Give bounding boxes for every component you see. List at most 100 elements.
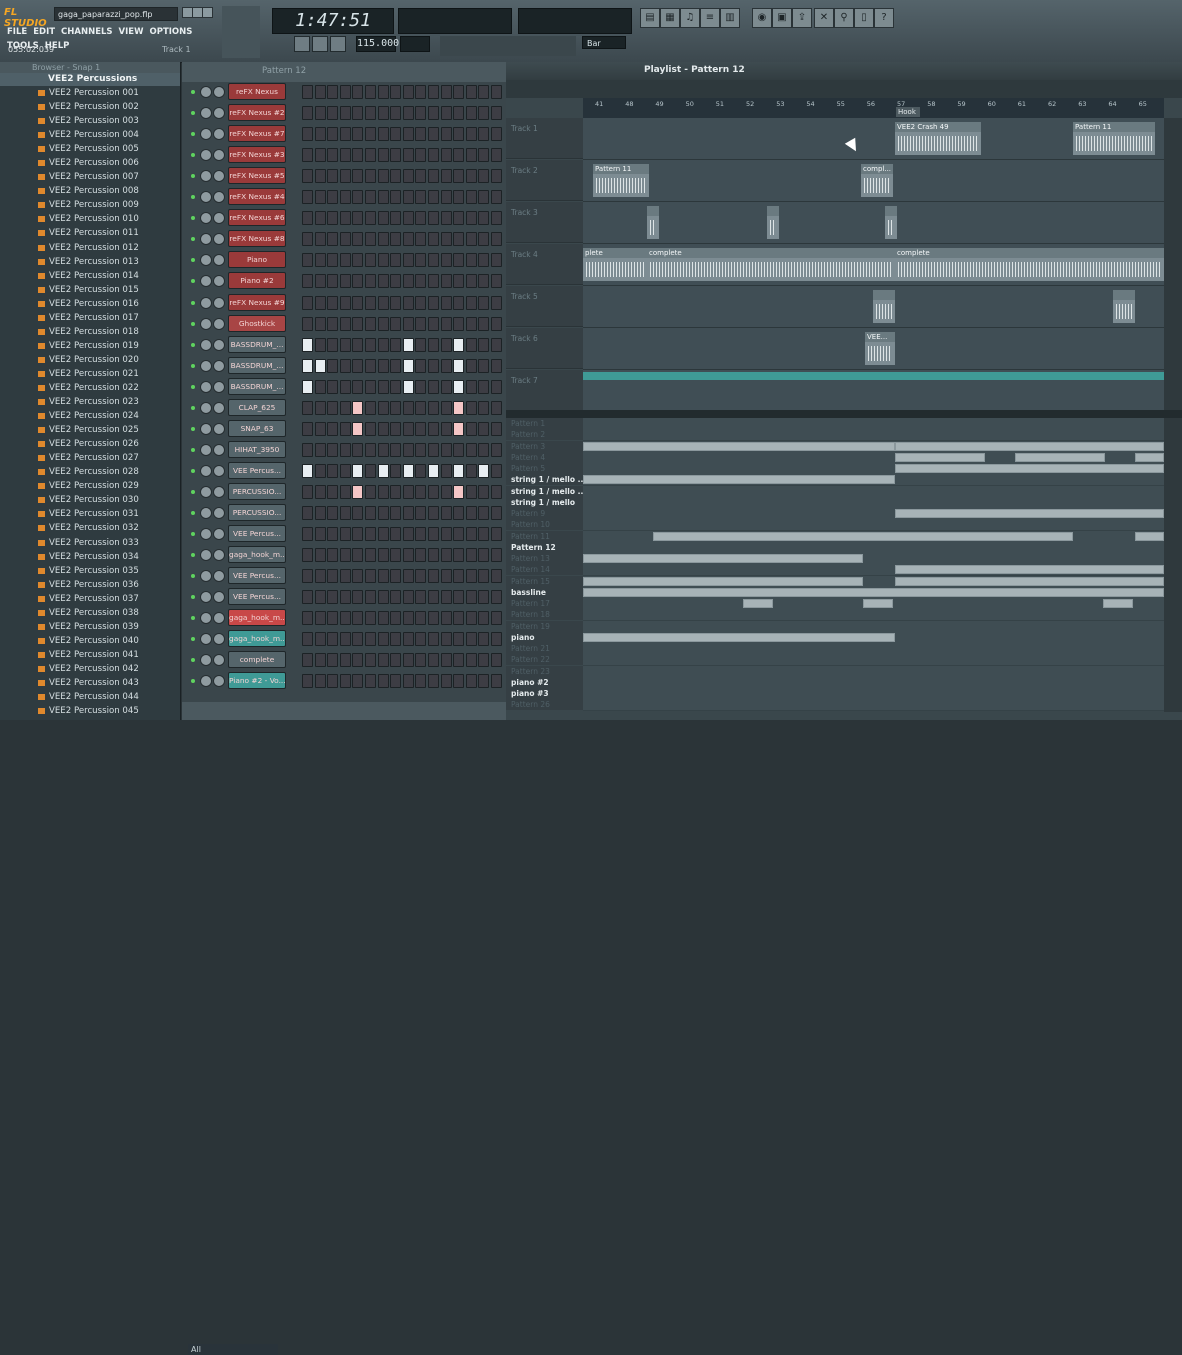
step-pad[interactable]	[339, 169, 351, 184]
step-pad[interactable]	[327, 421, 339, 436]
step-pad[interactable]	[327, 442, 339, 457]
playlist-clip[interactable]	[885, 206, 897, 239]
browser-item[interactable]: VEE2 Percussion 032	[0, 521, 180, 535]
step-pad[interactable]	[377, 358, 389, 373]
channel-pan-knob[interactable]	[200, 233, 212, 246]
channel-pan-knob[interactable]	[200, 212, 212, 225]
playlist-clip[interactable]: complete	[647, 248, 895, 281]
channel-volume-knob[interactable]	[213, 149, 225, 162]
step-pad[interactable]	[377, 232, 389, 247]
browser-item[interactable]: VEE2 Percussion 034	[0, 550, 180, 564]
step-pad[interactable]	[440, 442, 452, 457]
step-pad[interactable]	[415, 569, 427, 584]
channel-led[interactable]	[191, 616, 195, 621]
step-pad[interactable]	[491, 421, 502, 436]
step-pad[interactable]	[478, 211, 490, 226]
tempo-display[interactable]: 115.000	[356, 36, 399, 52]
pattern-lane[interactable]	[583, 609, 1164, 622]
step-pad[interactable]	[440, 463, 452, 478]
step-pad[interactable]	[327, 127, 339, 142]
step-pad[interactable]	[390, 358, 402, 373]
browser-item[interactable]: VEE2 Percussion 040	[0, 634, 180, 648]
step-pad[interactable]	[390, 590, 402, 605]
hook-marker[interactable]: Hook	[896, 107, 920, 117]
step-pad[interactable]	[314, 274, 326, 289]
step-pad[interactable]	[339, 337, 351, 352]
step-pad[interactable]	[402, 316, 414, 331]
step-pad[interactable]	[478, 463, 490, 478]
playlist-clip[interactable]: VEE...	[865, 332, 895, 365]
channel-led[interactable]	[191, 363, 195, 368]
step-pad[interactable]	[402, 253, 414, 268]
step-pad[interactable]	[327, 463, 339, 478]
channel-volume-knob[interactable]	[213, 443, 225, 456]
step-pad[interactable]	[491, 379, 502, 394]
step-pad[interactable]	[491, 253, 502, 268]
browser-item[interactable]: VEE2 Percussion 041	[0, 648, 180, 662]
step-pad[interactable]	[339, 632, 351, 647]
step-sequencer-icon[interactable]: ▦	[660, 8, 680, 28]
step-pad[interactable]	[327, 148, 339, 163]
step-pad[interactable]	[415, 632, 427, 647]
step-pad[interactable]	[453, 379, 465, 394]
step-pad[interactable]	[415, 590, 427, 605]
menu-channels[interactable]: CHANNELS	[58, 25, 116, 39]
step-pad[interactable]	[428, 274, 439, 289]
channel-pan-knob[interactable]	[200, 275, 212, 288]
channel-name-button[interactable]: reFX Nexus #5	[228, 167, 286, 185]
channel-name-button[interactable]: BASSDRUM_...	[228, 377, 286, 395]
browser-item[interactable]: VEE2 Percussion 038	[0, 606, 180, 620]
step-pad[interactable]	[402, 569, 414, 584]
step-pad[interactable]	[428, 569, 439, 584]
step-pad[interactable]	[465, 127, 477, 142]
step-pad[interactable]	[453, 274, 465, 289]
step-pad[interactable]	[339, 379, 351, 394]
step-pad[interactable]	[465, 506, 477, 520]
step-pad[interactable]	[465, 295, 477, 310]
step-pad[interactable]	[440, 527, 452, 542]
step-pad[interactable]	[491, 106, 502, 121]
step-pad[interactable]	[327, 653, 339, 668]
channel-pan-knob[interactable]	[200, 528, 212, 541]
channel-led[interactable]	[191, 195, 195, 200]
channel-volume-knob[interactable]	[213, 359, 225, 372]
step-pad[interactable]	[390, 295, 402, 310]
step-pad[interactable]	[440, 379, 452, 394]
step-pad[interactable]	[440, 358, 452, 373]
step-pad[interactable]	[339, 400, 351, 415]
export-icon[interactable]: ⇪	[792, 8, 812, 28]
pattern-label[interactable]: string 1 / mello ...	[506, 474, 583, 486]
pattern-block[interactable]	[1135, 531, 1164, 541]
step-pad[interactable]	[365, 590, 376, 605]
step-pad[interactable]	[465, 148, 477, 163]
step-pad[interactable]	[302, 127, 313, 142]
browser-item[interactable]: VEE2 Percussion 024	[0, 409, 180, 423]
step-pad[interactable]	[478, 337, 490, 352]
step-pad[interactable]	[440, 295, 452, 310]
playlist-clip[interactable]: VEE2 Crash 49	[895, 122, 981, 155]
step-pad[interactable]	[314, 653, 326, 668]
step-pad[interactable]	[465, 632, 477, 647]
step-pad[interactable]	[402, 337, 414, 352]
step-pad[interactable]	[352, 211, 364, 226]
pattern-label[interactable]: Pattern 2	[506, 429, 583, 441]
step-pad[interactable]	[339, 106, 351, 121]
step-pad[interactable]	[390, 484, 402, 499]
step-pad[interactable]	[327, 253, 339, 268]
step-pad[interactable]	[478, 400, 490, 415]
pattern-lane[interactable]	[583, 541, 1164, 554]
step-pad[interactable]	[377, 527, 389, 542]
step-pad[interactable]	[390, 632, 402, 647]
browser-item[interactable]: VEE2 Percussion 030	[0, 493, 180, 507]
step-pad[interactable]	[365, 506, 376, 520]
channel-pan-knob[interactable]	[200, 612, 212, 625]
step-pad[interactable]	[339, 442, 351, 457]
channel-pan-knob[interactable]	[200, 338, 212, 351]
pattern-lane[interactable]	[583, 699, 1164, 712]
step-pad[interactable]	[491, 527, 502, 542]
channel-volume-knob[interactable]	[213, 86, 225, 98]
menu-edit[interactable]: EDIT	[30, 25, 58, 39]
channel-volume-knob[interactable]	[213, 464, 225, 477]
step-pad[interactable]	[314, 295, 326, 310]
step-pad[interactable]	[440, 232, 452, 247]
